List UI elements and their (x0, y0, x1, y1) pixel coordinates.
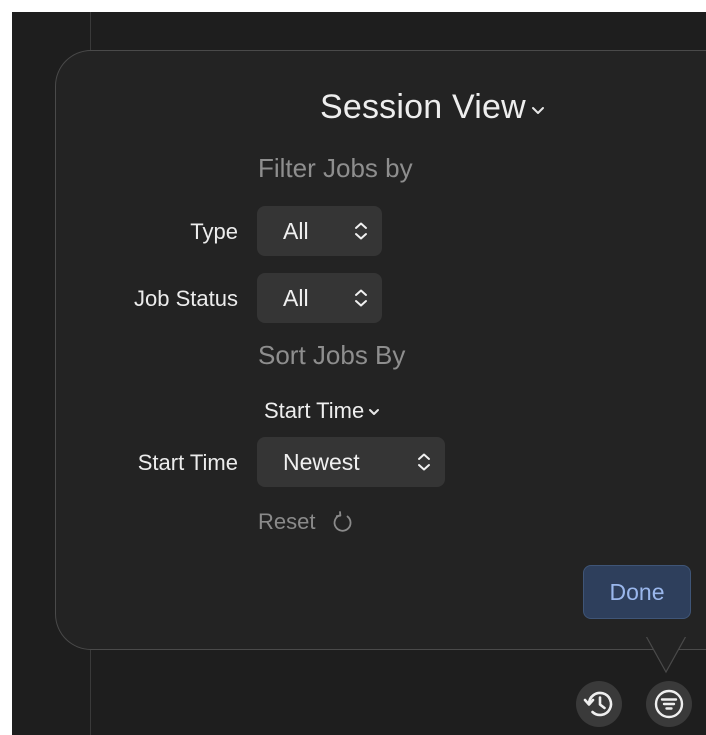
sort-order-value: Newest (283, 448, 360, 475)
chevron-down-icon (369, 409, 380, 415)
job-status-label: Job Status (134, 286, 238, 311)
filter-button[interactable] (646, 681, 692, 727)
history-icon (583, 691, 613, 717)
job-status-popup[interactable]: All (257, 273, 382, 323)
type-popup[interactable]: All (257, 206, 382, 256)
sort-order-popup[interactable]: Newest (257, 437, 445, 487)
filter-icon (654, 689, 684, 719)
sort-key-menu[interactable]: Start Time (264, 398, 380, 424)
sort-jobs-heading: Sort Jobs By (258, 340, 406, 370)
job-status-value: All (283, 284, 309, 311)
reset-label: Reset (258, 509, 316, 534)
chevron-down-icon (531, 106, 544, 114)
filter-jobs-heading: Filter Jobs by (258, 153, 413, 183)
page-title: Session View (320, 88, 526, 126)
history-button[interactable] (576, 681, 622, 727)
up-down-chevron-icon (355, 289, 367, 307)
reset-icon (334, 511, 352, 532)
done-button[interactable]: Done (583, 565, 691, 619)
type-label: Type (190, 219, 238, 244)
reset-button[interactable]: Reset (258, 509, 355, 535)
popover-arrow (646, 636, 686, 674)
sort-order-label: Start Time (137, 450, 238, 475)
up-down-chevron-icon (418, 453, 430, 471)
sort-key-value: Start Time (264, 398, 365, 423)
up-down-chevron-icon (355, 222, 367, 240)
session-view-menu[interactable]: Session View (320, 88, 545, 127)
type-value: All (283, 217, 309, 244)
